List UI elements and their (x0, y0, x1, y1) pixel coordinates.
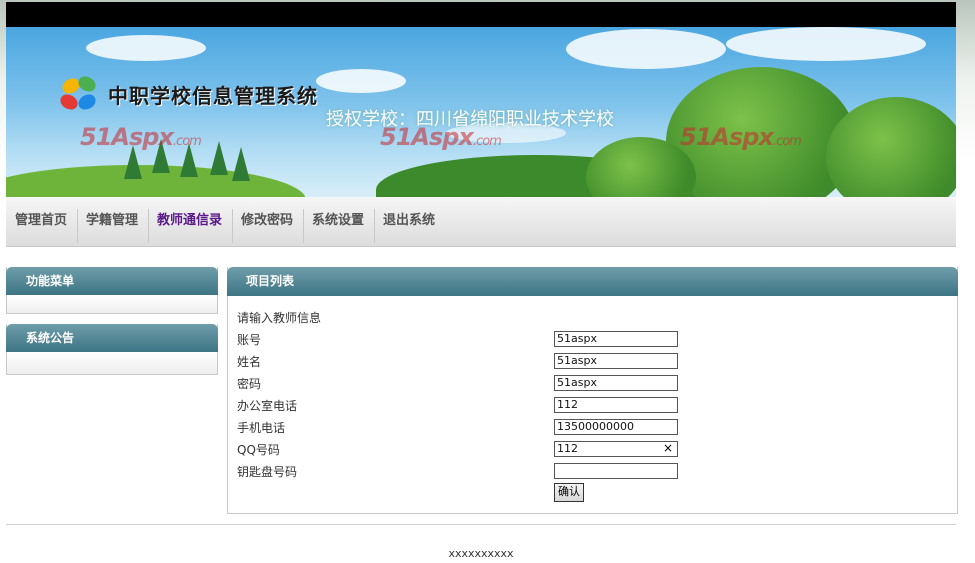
cloud-decoration (566, 29, 726, 69)
clear-icon[interactable]: × (663, 441, 673, 455)
form-row-account: 账号 51aspx (237, 329, 687, 349)
name-input[interactable]: 51aspx (554, 353, 678, 369)
password-label: 密码 (237, 377, 262, 391)
footer-text: xxxxxxxxxx (448, 547, 514, 560)
footer-divider (6, 524, 956, 525)
nav-divider (374, 209, 375, 243)
nav-divider (232, 209, 233, 243)
function-menu-panel: 功能菜单 (6, 267, 218, 314)
nav-home[interactable]: 管理首页 (15, 197, 67, 246)
system-notice-body (7, 352, 217, 374)
function-menu-body (7, 295, 217, 313)
logo: 中职学校信息管理系统 (57, 73, 318, 113)
brand-watermark: 51Aspx.com (680, 123, 802, 151)
form-row-qq: QQ号码 112 × (237, 439, 687, 459)
form-intro: 请输入教师信息 (237, 311, 322, 325)
header-banner: 中职学校信息管理系统 授权学校：四川省绵阳职业技术学校 51Aspx.com 5… (6, 27, 956, 197)
system-notice-panel: 系统公告 (6, 324, 218, 375)
brand-watermark: 51Aspx.com (380, 123, 502, 151)
function-menu-title: 功能菜单 (6, 267, 218, 295)
confirm-button[interactable]: 确认 (554, 483, 584, 502)
key-disk-input[interactable] (554, 463, 678, 479)
qq-value: 112 (557, 442, 578, 455)
account-input[interactable]: 51aspx (554, 331, 678, 347)
key-disk-label: 钥匙盘号码 (237, 465, 298, 479)
system-notice-title: 系统公告 (6, 324, 218, 352)
form-row-password: 密码 51aspx (237, 373, 687, 393)
nav-teacher-directory[interactable]: 教师通信录 (157, 197, 222, 246)
office-phone-input[interactable]: 112 (554, 397, 678, 413)
qq-input[interactable]: 112 × (554, 441, 678, 457)
form-row-office-phone: 办公室电话 112 (237, 395, 687, 415)
top-black-bar (6, 2, 956, 27)
system-title: 中职学校信息管理系统 (108, 83, 318, 108)
qq-label: QQ号码 (237, 443, 280, 457)
account-label: 账号 (237, 333, 262, 347)
brand-watermark: 51Aspx.com (80, 123, 202, 151)
nav-system-settings[interactable]: 系统设置 (312, 197, 364, 246)
nav-logout[interactable]: 退出系统 (383, 197, 435, 246)
office-phone-label: 办公室电话 (237, 399, 298, 413)
project-list-title: 项目列表 (227, 267, 958, 296)
nav-divider (303, 209, 304, 243)
cloud-decoration (726, 27, 926, 61)
pine-tree (232, 147, 250, 181)
nav-change-password[interactable]: 修改密码 (241, 197, 293, 246)
cloud-decoration (316, 69, 406, 93)
name-label: 姓名 (237, 355, 262, 369)
form-row-mobile-phone: 手机电话 13500000000 (237, 417, 687, 437)
password-input[interactable]: 51aspx (554, 375, 678, 391)
main-nav: 管理首页 学籍管理 教师通信录 修改密码 系统设置 退出系统 (6, 197, 956, 247)
nav-student-records[interactable]: 学籍管理 (86, 197, 138, 246)
nav-divider (148, 209, 149, 243)
nav-divider (77, 209, 78, 243)
pine-tree (210, 141, 228, 175)
cloud-decoration (86, 35, 206, 61)
project-list-panel: 项目列表 请输入教师信息 账号 51aspx 姓名 51aspx 密码 51as… (227, 267, 958, 514)
logo-flower-icon (57, 73, 100, 113)
form-row-key-disk: 钥匙盘号码 (237, 461, 687, 481)
mobile-phone-label: 手机电话 (237, 421, 286, 435)
form-row-name: 姓名 51aspx (237, 351, 687, 371)
mobile-phone-input[interactable]: 13500000000 (554, 419, 678, 435)
